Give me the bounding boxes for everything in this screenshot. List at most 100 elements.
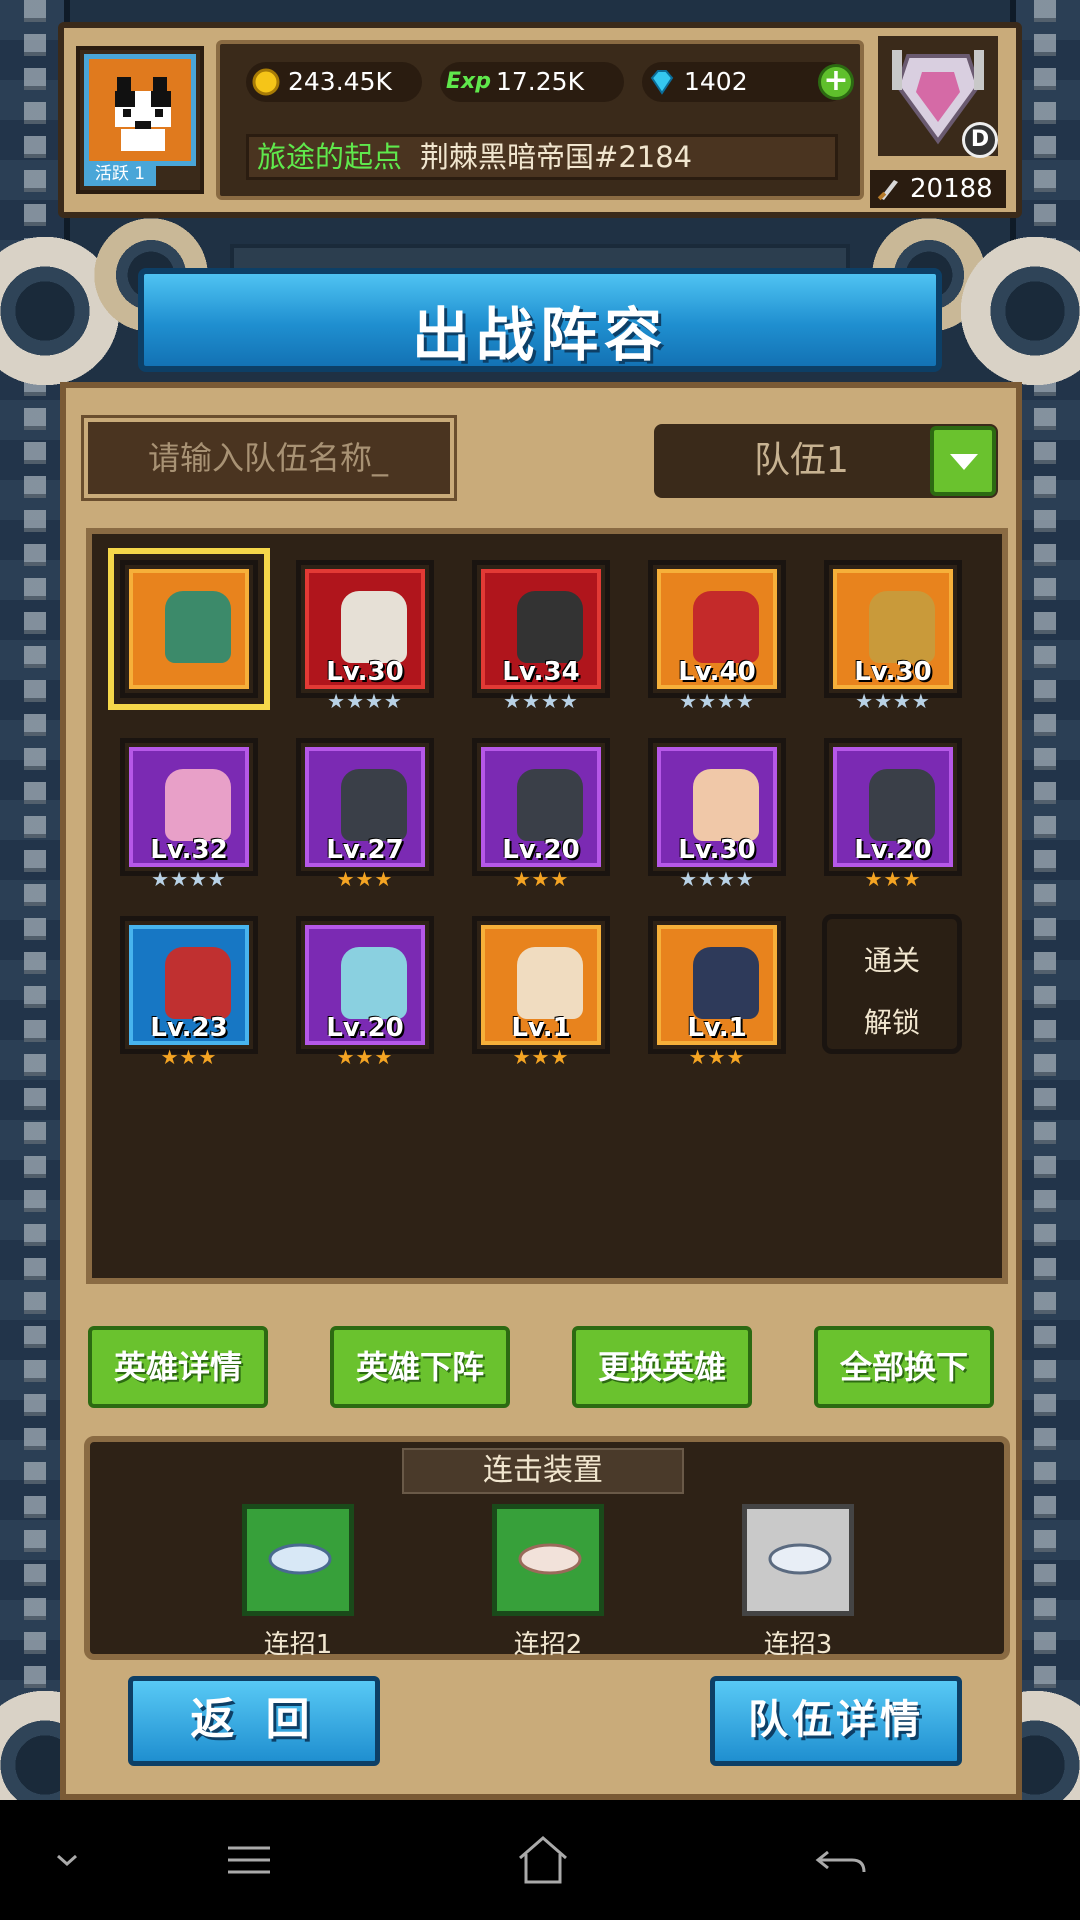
resource-panel: 243.45K Exp 17.25K 1402 + 旅途的起点 荆棘黑暗帝国#21… <box>216 40 864 200</box>
hero-level: Lv.40 <box>678 657 756 687</box>
avatar-image <box>84 54 196 166</box>
nav-collapse-icon[interactable] <box>32 1828 102 1892</box>
hero-slot-2[interactable]: Lv.30 ★★★★ <box>296 560 434 713</box>
hero-slot-12[interactable]: Lv.20 ★★★ <box>296 916 434 1069</box>
hero-grid: Lv.30 ★★★★ Lv.34 ★★★★ Lv.40 ★★★★ Lv.30 ★… <box>86 528 1008 1284</box>
system-nav-bar <box>0 1800 1080 1920</box>
ocarina-icon <box>268 1543 332 1575</box>
hero-slot-7[interactable]: Lv.27 ★★★ <box>296 738 434 891</box>
hero-level: Lv.34 <box>502 657 580 687</box>
hero-level: Lv.30 <box>678 835 756 865</box>
hero-slot-11[interactable]: Lv.23 ★★★ <box>120 916 258 1069</box>
diamond-value: 1402 <box>684 67 748 96</box>
add-diamond-button[interactable]: + <box>818 64 854 100</box>
combo-label-1: 连招1 <box>263 1630 333 1660</box>
back-button[interactable]: 返 回 <box>128 1676 380 1766</box>
hero-stars: ★★★★ <box>679 689 755 713</box>
locked-slot-line2: 解锁 <box>863 1006 920 1039</box>
hero-level: Lv.20 <box>326 1013 404 1043</box>
title-banner: 出战阵容 <box>138 268 942 372</box>
combo-label-2: 连招2 <box>513 1630 583 1660</box>
hero-slot-8[interactable]: Lv.20 ★★★ <box>472 738 610 891</box>
hero-level: Lv.23 <box>150 1013 228 1043</box>
nav-back-icon[interactable] <box>806 1828 876 1892</box>
combo-slot-1[interactable] <box>242 1504 354 1616</box>
location-bar: 旅途的起点 荆棘黑暗帝国#2184 <box>246 134 838 180</box>
husky-icon <box>115 77 171 151</box>
location-name: 旅途的起点 <box>257 140 403 174</box>
hero-portrait <box>165 769 231 841</box>
swap-all-button[interactable]: 全部换下 <box>814 1326 994 1408</box>
diamond-counter: 1402 + <box>642 62 854 102</box>
game-screen: 活跃 1 243.45K Exp 17.25K 1402 + 旅途的起点 荆棘黑… <box>0 0 1080 1800</box>
hero-portrait <box>341 769 407 841</box>
hero-slot-4[interactable]: Lv.40 ★★★★ <box>648 560 786 713</box>
hero-portrait <box>341 947 407 1019</box>
ocarina-icon <box>768 1543 832 1575</box>
gold-counter: 243.45K <box>246 62 422 102</box>
hero-level: Lv.1 <box>511 1013 571 1043</box>
sword-icon <box>877 180 898 201</box>
hero-stars: ★★★★ <box>327 689 403 713</box>
hero-portrait <box>517 591 583 663</box>
hero-swap-button[interactable]: 更换英雄 <box>572 1326 752 1408</box>
hero-remove-button[interactable]: 英雄下阵 <box>330 1326 510 1408</box>
team-select-value: 队伍1 <box>754 440 849 481</box>
hero-stars: ★★★ <box>512 1045 570 1069</box>
page-title: 出战阵容 <box>411 301 668 369</box>
server-name: 荆棘黑暗帝国#2184 <box>420 140 693 174</box>
combo-device-panel: 连击装置 连招1 连招2 连招3 <box>84 1436 1010 1660</box>
hero-stars: ★★★ <box>160 1045 218 1069</box>
ocarina-icon <box>518 1543 582 1575</box>
hero-level: Lv.1 <box>687 1013 747 1043</box>
nav-menu-icon[interactable] <box>214 1828 284 1892</box>
hero-level: Lv.20 <box>502 835 580 865</box>
lineup-panel: 请输入队伍名称_ 队伍1 Lv.30 ★★★★ Lv.34 ★★★★ Lv.40… <box>60 382 1022 1800</box>
team-detail-button[interactable]: 队伍详情 <box>710 1676 962 1766</box>
active-tag: 活跃 1 <box>84 162 156 186</box>
hero-slot-1[interactable] <box>108 548 270 710</box>
gold-value: 243.45K <box>288 67 392 96</box>
guild-emblem[interactable]: D 20188 <box>870 32 1006 216</box>
dropdown-arrow-icon[interactable] <box>930 426 996 496</box>
hero-portrait <box>341 591 407 663</box>
hero-stars: ★★★★ <box>679 867 755 891</box>
hero-slot-9[interactable]: Lv.30 ★★★★ <box>648 738 786 891</box>
hero-slot-14[interactable]: Lv.1 ★★★ <box>648 916 786 1069</box>
combo-slot-3[interactable] <box>742 1504 854 1616</box>
combat-power-value: 20188 <box>910 174 993 204</box>
hero-portrait <box>517 769 583 841</box>
combat-power: 20188 <box>870 170 1006 208</box>
hero-slot-10[interactable]: Lv.20 ★★★ <box>824 738 962 891</box>
gold-coin-icon <box>252 68 280 96</box>
hero-portrait <box>693 591 759 663</box>
hero-portrait <box>869 769 935 841</box>
hero-stars: ★★★★ <box>151 867 227 891</box>
hero-stars: ★★★★ <box>855 689 931 713</box>
combo-label-3: 连招3 <box>763 1630 833 1660</box>
team-name-input[interactable]: 请输入队伍名称_ <box>81 415 457 501</box>
hero-slot-13[interactable]: Lv.1 ★★★ <box>472 916 610 1069</box>
combo-title: 连击装置 <box>402 1448 684 1494</box>
player-avatar[interactable]: 活跃 1 <box>76 46 204 194</box>
nav-home-icon[interactable] <box>508 1828 578 1892</box>
hero-portrait <box>165 591 231 663</box>
hero-portrait <box>869 591 935 663</box>
locked-slot-line1: 通关 <box>863 944 920 977</box>
hero-detail-button[interactable]: 英雄详情 <box>88 1326 268 1408</box>
hero-stars: ★★★ <box>864 867 922 891</box>
hero-stars: ★★★ <box>336 867 394 891</box>
hero-level: Lv.30 <box>854 657 932 687</box>
locked-slot[interactable]: 通关 解锁 <box>822 914 962 1054</box>
combo-slot-2[interactable] <box>492 1504 604 1616</box>
hero-slot-5[interactable]: Lv.30 ★★★★ <box>824 560 962 713</box>
hero-stars: ★★★ <box>688 1045 746 1069</box>
hero-portrait <box>517 947 583 1019</box>
diamond-icon <box>650 70 674 95</box>
exp-counter: Exp 17.25K <box>440 62 624 102</box>
hero-stars: ★★★ <box>336 1045 394 1069</box>
hero-slot-3[interactable]: Lv.34 ★★★★ <box>472 560 610 713</box>
hero-slot-6[interactable]: Lv.32 ★★★★ <box>120 738 258 891</box>
team-select[interactable]: 队伍1 <box>654 424 998 498</box>
hero-portrait <box>693 769 759 841</box>
